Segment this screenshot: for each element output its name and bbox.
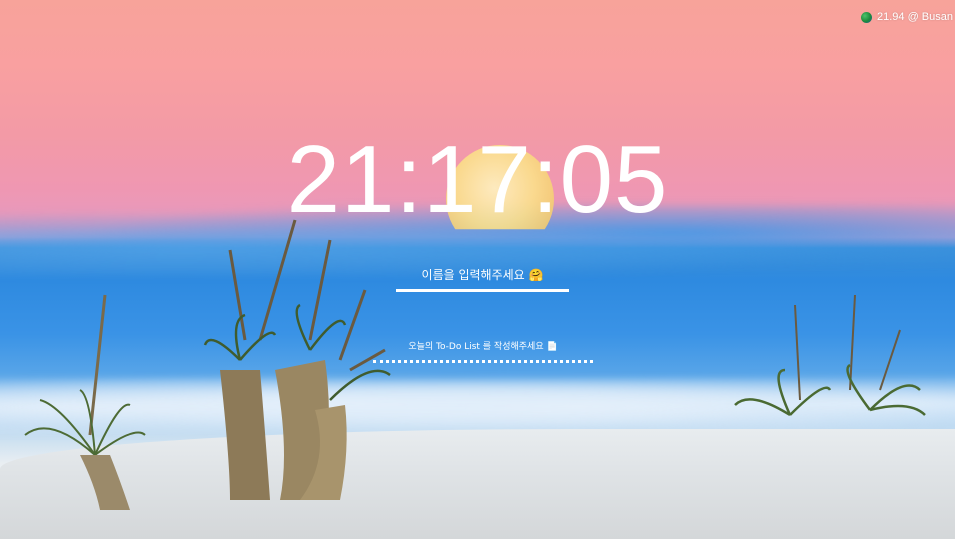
- weather-widget: 21.94 @ Busan: [861, 11, 953, 23]
- name-form: [396, 264, 569, 292]
- todo-input[interactable]: [373, 340, 593, 363]
- clock-time: 21:17:05: [286, 126, 669, 233]
- weather-text: 21.94 @ Busan: [877, 11, 953, 23]
- yucca-plant-center: [203, 219, 391, 500]
- globe-icon: [861, 11, 872, 23]
- background-wallpaper: 21.94 @ Busan 21:17:05: [0, 0, 955, 539]
- todo-form: [373, 334, 593, 363]
- yucca-plant-right: [734, 294, 926, 417]
- yucca-plant-left: [24, 294, 146, 510]
- name-input[interactable]: [396, 264, 569, 292]
